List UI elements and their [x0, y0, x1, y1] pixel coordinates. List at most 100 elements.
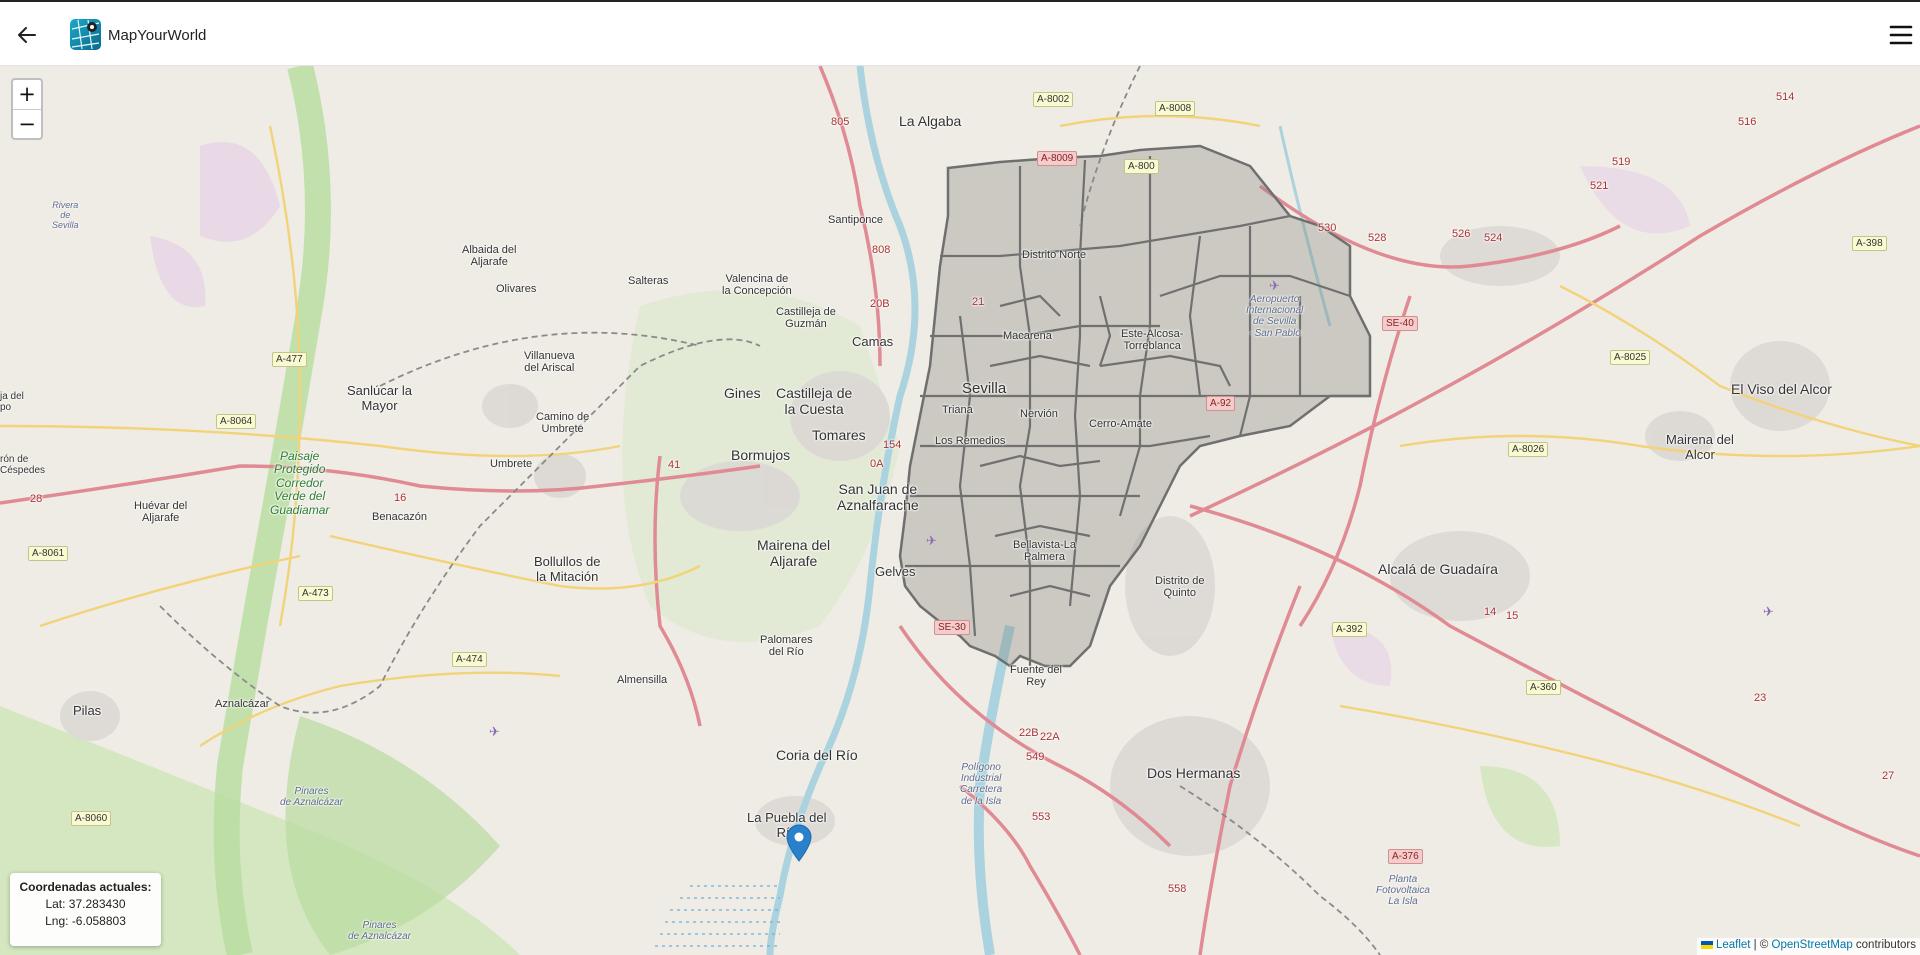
place-label: Gines: [724, 385, 761, 401]
road-shield: A-8061: [28, 546, 69, 561]
place-label: Aeropuerto Internacional de Sevilla - Sa…: [1246, 294, 1304, 339]
airport-icon: ✈: [926, 533, 937, 548]
coordinates-title: Coordenadas actuales:: [19, 880, 152, 894]
place-label: Dos Hermanas: [1147, 765, 1241, 781]
place-label: Pilas: [73, 703, 102, 718]
latitude-value: Lat: 37.283430: [45, 897, 126, 911]
place-label: Planta Fotovoltaica La Isla: [1376, 874, 1430, 908]
place-label: Polígono Industrial Carretera de la Isla: [960, 762, 1003, 807]
road-shield: A-92: [1206, 396, 1236, 411]
road-shield: SE-40: [1382, 316, 1418, 331]
place-label: Coria del Río: [776, 747, 858, 763]
location-marker-icon[interactable]: [786, 824, 812, 862]
attribution-suffix: contributors: [1852, 939, 1916, 951]
place-label: Paisaje Protegido Corredor Verde del Gua…: [270, 449, 330, 517]
place-label: Almensilla: [617, 674, 668, 686]
place-label: Bollullos de la Mitación: [534, 554, 601, 584]
place-label: Huévar del Aljarafe: [134, 500, 188, 525]
road-shield: A-477: [272, 352, 307, 367]
road-number: 0A: [870, 458, 884, 470]
top-app-bar: MapYourWorld: [0, 0, 1920, 66]
osm-link[interactable]: OpenStreetMap: [1772, 939, 1853, 951]
road-shield: A-392: [1332, 622, 1367, 637]
zoom-control: + −: [11, 78, 43, 140]
app-title: MapYourWorld: [108, 27, 207, 44]
road-number: 15: [1506, 610, 1519, 622]
road-number: 27: [1882, 770, 1895, 782]
airport-icon: ✈: [489, 724, 500, 739]
road-shield: A-8002: [1033, 92, 1074, 107]
road-number: 805: [831, 116, 850, 128]
road-shield: A-398: [1852, 236, 1887, 251]
place-label: Castilleja de la Cuesta: [776, 385, 853, 417]
place-label: Rivera de Sevilla: [52, 200, 79, 231]
road-shield: A-8026: [1508, 442, 1549, 457]
place-label: Bormujos: [731, 447, 791, 463]
road-number: 514: [1776, 91, 1795, 103]
place-label: Distrito Norte: [1022, 249, 1087, 261]
road-number: 21: [972, 296, 985, 308]
place-label: Bellavista-La Palmera: [1013, 539, 1076, 564]
road-number: 14: [1484, 606, 1497, 618]
coordinates-panel: Coordenadas actuales: Lat: 37.283430 Lng…: [10, 873, 161, 946]
road-number: 23: [1754, 692, 1767, 704]
place-label: Triana: [942, 404, 973, 416]
app-logo: [70, 19, 101, 50]
road-shield: A-474: [452, 652, 487, 667]
map-app: MapYourWorld La Algaba Santiponce Albaid…: [0, 0, 1920, 955]
place-label: Salteras: [628, 275, 669, 287]
road-shield: A-473: [298, 586, 333, 601]
airport-icon: ✈: [1269, 278, 1280, 293]
place-label: Pinares de Aznalcázar: [348, 920, 411, 943]
road-shield: A-8008: [1155, 101, 1196, 116]
place-label: La Algaba: [899, 113, 962, 129]
place-label: Santiponce: [828, 214, 884, 226]
road-number: 521: [1590, 180, 1609, 192]
road-number: 516: [1738, 116, 1757, 128]
leaflet-link[interactable]: Leaflet: [1716, 939, 1751, 951]
place-label: ja del po: [0, 391, 24, 414]
place-label: Valencina de la Concepción: [722, 273, 792, 298]
place-label: Mairena del Aljarafe: [757, 537, 831, 569]
road-number: 20B: [870, 298, 890, 310]
place-label: Este-Alcosa- Torreblanca: [1121, 328, 1184, 353]
place-label: Albaida del Aljarafe: [462, 244, 517, 269]
menu-button[interactable]: [1888, 22, 1914, 48]
road-number: 16: [394, 492, 407, 504]
place-label: Gelves: [875, 564, 916, 579]
place-label: Tomares: [812, 427, 866, 443]
place-label: Pinares de Aznalcázar: [280, 786, 343, 809]
zoom-in-button[interactable]: +: [13, 80, 41, 109]
road-shield: A-800: [1124, 159, 1159, 174]
zoom-out-button[interactable]: −: [13, 109, 41, 138]
road-shield: A-8025: [1610, 350, 1651, 365]
place-label: Fuente del Rey: [1010, 664, 1062, 689]
road-number: 519: [1612, 156, 1631, 168]
road-number: 524: [1484, 232, 1503, 244]
road-number: 553: [1032, 811, 1051, 823]
back-button[interactable]: [14, 22, 40, 48]
road-number: 528: [1368, 232, 1387, 244]
road-number: 28: [30, 493, 43, 505]
map-attribution: Leaflet | © OpenStreetMap contributors: [1696, 938, 1920, 955]
road-number: 154: [883, 439, 902, 451]
airport-icon: ✈: [1763, 604, 1774, 619]
attribution-separator: | ©: [1750, 939, 1772, 951]
place-label: Olivares: [496, 283, 537, 295]
hamburger-menu-icon: [1889, 25, 1913, 45]
place-label: Sevilla: [962, 380, 1007, 397]
place-label: Alcalá de Guadaíra: [1378, 561, 1498, 577]
place-label: Camino de Umbrete: [536, 411, 590, 436]
place-label: Villanueva del Ariscal: [524, 350, 575, 375]
place-label: El Viso del Alcor: [1731, 381, 1832, 397]
road-shield: A-8009: [1037, 151, 1078, 166]
arrow-left-icon: [18, 27, 36, 43]
road-shield: A-360: [1526, 680, 1561, 695]
road-shield: A-8060: [71, 811, 112, 826]
place-label: Mairena del Alcor: [1666, 432, 1734, 462]
longitude-value: Lng: -6.058803: [45, 914, 126, 928]
road-number: 530: [1318, 222, 1337, 234]
place-label: Distrito de Quinto: [1155, 575, 1205, 600]
ukraine-flag-icon: [1700, 940, 1713, 949]
map-canvas[interactable]: La Algaba Santiponce Albaida del Aljaraf…: [0, 66, 1920, 955]
